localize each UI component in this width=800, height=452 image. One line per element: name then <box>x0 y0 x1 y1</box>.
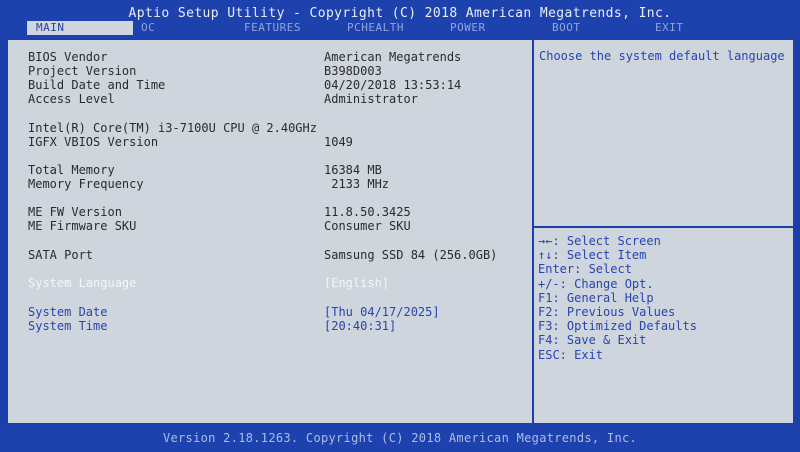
footer-bar: Version 2.18.1263. Copyright (C) 2018 Am… <box>0 425 800 452</box>
tab-boot[interactable]: BOOT <box>552 21 581 35</box>
key-enter-select: Enter: Select <box>538 262 632 277</box>
help-text: Choose the system default language <box>539 49 785 63</box>
sata-value: Samsung SSD 84 (256.0GB) <box>324 248 498 262</box>
title-bar: Aptio Setup Utility - Copyright (C) 2018… <box>0 0 800 40</box>
cpu-label: Intel(R) Core(TM) i3-7100U CPU @ 2.40GHz <box>28 121 317 135</box>
key-select-item: ↑↓: Select Item <box>538 248 647 263</box>
key-previous-values: F2: Previous Values <box>538 305 676 320</box>
key-select-screen: →←: Select Screen <box>538 234 661 248</box>
memory-frequency-label: Memory Frequency <box>28 177 144 191</box>
build-date-value: 04/20/2018 13:53:14 <box>324 78 462 92</box>
bios-vendor-value: American Megatrends <box>324 50 462 64</box>
project-version-label: Project Version <box>28 64 137 78</box>
total-memory-label: Total Memory <box>28 163 115 177</box>
igfx-value: 1049 <box>324 135 353 149</box>
key-legend: →←: Select Screen ↑↓: Select Item Enter:… <box>538 234 788 362</box>
system-language-value[interactable]: [English] <box>324 276 389 290</box>
tab-pchealth[interactable]: PCHEALTH <box>347 21 404 35</box>
setup-title: Aptio Setup Utility - Copyright (C) 2018… <box>128 6 672 21</box>
help-divider <box>534 226 793 228</box>
tab-power[interactable]: POWER <box>450 21 486 35</box>
bios-vendor-label: BIOS Vendor <box>28 50 108 64</box>
tab-oc[interactable]: OC <box>141 21 155 35</box>
main-panel: BIOS Vendor American Megatrends Project … <box>6 38 795 425</box>
key-save-exit: F4: Save & Exit <box>538 333 647 348</box>
tab-main[interactable]: MAIN <box>27 21 133 35</box>
key-change-opt: +/-: Change Opt. <box>538 276 654 291</box>
system-date-value[interactable]: [Thu 04/17/2025] <box>324 305 440 319</box>
key-optimized-defaults: F3: Optimized Defaults <box>538 319 697 334</box>
project-version-value: B398D003 <box>324 64 382 78</box>
version-text: Version 2.18.1263. Copyright (C) 2018 Am… <box>162 431 638 445</box>
sata-label: SATA Port <box>28 248 94 262</box>
key-esc-exit: ESC: Exit <box>538 347 604 362</box>
tab-exit[interactable]: EXIT <box>655 21 684 35</box>
system-time-value[interactable]: [20:40:31] <box>324 319 396 333</box>
total-memory-value: 16384 MB <box>324 163 382 177</box>
system-time-label[interactable]: System Time <box>28 319 107 333</box>
igfx-label: IGFX VBIOS Version <box>28 135 159 149</box>
me-sku-label: ME Firmware SKU <box>28 219 137 233</box>
key-general-help: F1: General Help <box>538 290 654 305</box>
system-date-label[interactable]: System Date <box>28 305 107 319</box>
me-sku-value: Consumer SKU <box>324 219 411 233</box>
tab-features[interactable]: FEATURES <box>244 21 301 35</box>
panel-divider <box>532 40 534 423</box>
system-language-label[interactable]: System Language <box>28 276 136 290</box>
build-date-label: Build Date and Time <box>28 78 166 92</box>
access-level-label: Access Level <box>28 92 115 106</box>
memory-frequency-value: 2133 MHz <box>324 177 390 191</box>
me-fw-value: 11.8.50.3425 <box>324 205 411 219</box>
access-level-value: Administrator <box>324 92 418 106</box>
me-fw-label: ME FW Version <box>28 205 122 219</box>
